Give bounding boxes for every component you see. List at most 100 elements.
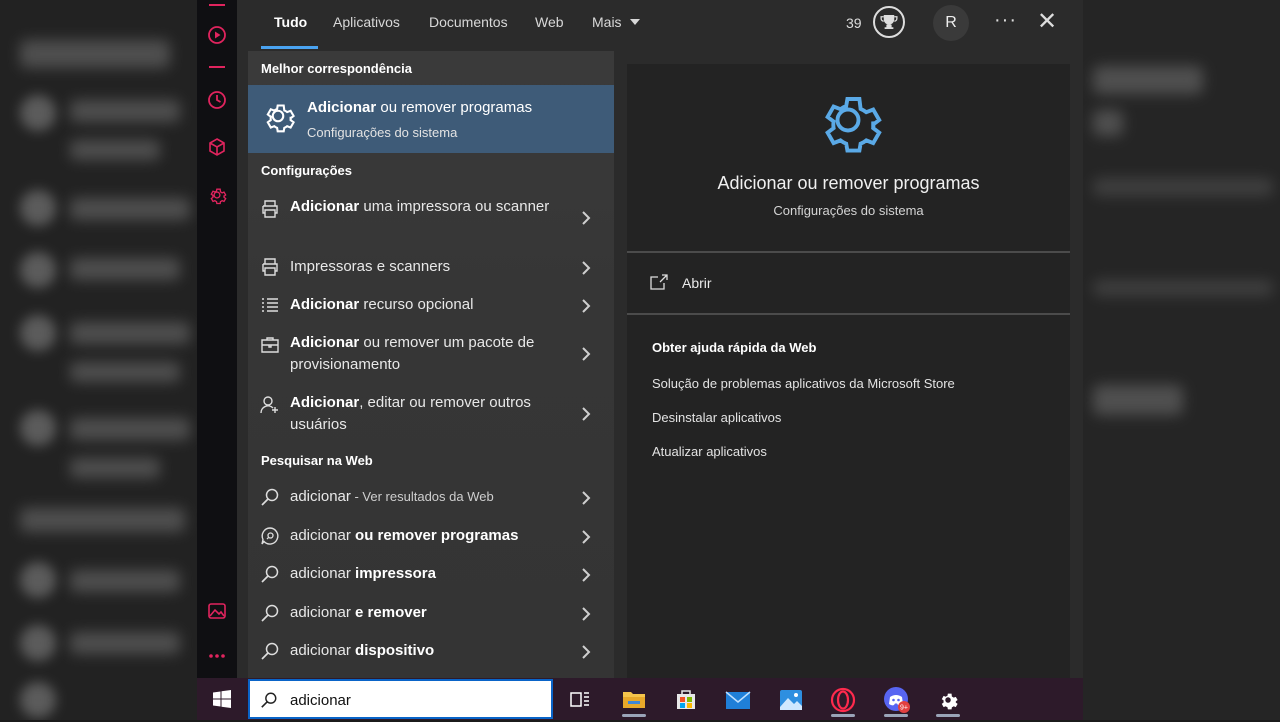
settings-result-label: Impressoras e scanners: [290, 256, 570, 278]
label-bold: dispositivo: [355, 642, 435, 659]
tab-apps[interactable]: Aplicativos: [333, 14, 400, 30]
search-panel: Tudo Aplicativos Documentos Web Mais 39 …: [237, 0, 1083, 678]
more-options-icon[interactable]: [207, 646, 227, 666]
web-result-label: adicionar impressora: [290, 563, 570, 585]
microsoft-store-button[interactable]: [668, 683, 704, 717]
web-result-label: adicionar ou remover programas: [290, 525, 570, 547]
player-icon[interactable]: [207, 25, 227, 45]
open-external-icon: [650, 274, 668, 290]
settings-result-item[interactable]: Adicionar recurso opcional: [248, 294, 614, 318]
running-indicator: [622, 714, 646, 717]
best-match-title-rest: ou remover programas: [376, 99, 533, 116]
preview-pane: Adicionar ou remover programas Configura…: [627, 64, 1070, 678]
settings-result-item[interactable]: Adicionar ou remover um pacote de provis…: [248, 332, 614, 376]
task-view-button[interactable]: [562, 683, 598, 717]
user-avatar[interactable]: R: [933, 5, 969, 41]
best-match-subtitle: Configurações do sistema: [307, 125, 458, 140]
close-icon[interactable]: ✕: [1037, 10, 1057, 34]
settings-gear-icon: [266, 104, 295, 133]
best-match-title-bold: Adicionar: [307, 99, 377, 116]
search-input[interactable]: [290, 690, 540, 710]
settings-result-item[interactable]: Adicionar, editar ou remover outros usuá…: [248, 392, 614, 436]
photos-button[interactable]: [773, 683, 809, 717]
mail-icon: [725, 691, 751, 709]
windows-start-icon[interactable]: [213, 690, 231, 708]
web-search-heading: Pesquisar na Web: [261, 453, 373, 468]
chevron-right-icon: [582, 261, 591, 275]
web-result-label: adicionar e remover: [290, 602, 570, 624]
web-result-item[interactable]: adicionar impressora: [248, 563, 614, 587]
opera-sidebar: [197, 0, 237, 678]
taskbar-search-box[interactable]: [248, 679, 553, 719]
extensions-box-icon[interactable]: [207, 137, 227, 157]
settings-result-label: Adicionar, editar ou remover outros usuá…: [290, 392, 570, 436]
running-indicator: [884, 714, 908, 717]
running-indicator: [936, 714, 960, 717]
best-match-item[interactable]: Adicionar ou remover programas Configura…: [248, 85, 614, 153]
help-link[interactable]: Solução de problemas aplicativos da Micr…: [652, 376, 955, 391]
help-link[interactable]: Desinstalar aplicativos: [652, 410, 781, 425]
settings-gear-icon[interactable]: [207, 185, 227, 205]
tab-web[interactable]: Web: [535, 14, 564, 30]
history-icon[interactable]: [207, 90, 227, 110]
settings-result-item[interactable]: Impressoras e scanners: [248, 256, 614, 280]
best-match-heading: Melhor correspondência: [261, 61, 412, 76]
more-options-icon[interactable]: ···: [994, 9, 1017, 32]
search-tab-bar: Tudo Aplicativos Documentos Web Mais 39 …: [237, 0, 1083, 51]
gallery-icon[interactable]: [207, 601, 227, 621]
label-term: adicionar: [290, 488, 351, 505]
search-icon: [261, 488, 279, 506]
label-term: adicionar: [290, 604, 356, 621]
chevron-right-icon: [582, 211, 591, 225]
web-result-label: adicionar dispositivo: [290, 640, 570, 662]
discord-icon: 9+: [884, 687, 910, 713]
photos-icon: [780, 690, 802, 710]
label-suffix: - Ver resultados da Web: [350, 489, 494, 504]
tab-more-label: Mais: [592, 14, 622, 30]
tab-documents[interactable]: Documentos: [429, 14, 508, 30]
task-view-icon: [570, 692, 589, 707]
label-bold: Adicionar: [290, 394, 360, 411]
label-term: adicionar: [290, 527, 356, 544]
label-bold: impressora: [355, 565, 436, 582]
chevron-right-icon: [582, 645, 591, 659]
search-icon: [261, 692, 277, 708]
file-explorer-icon: [623, 692, 645, 708]
tab-more[interactable]: Mais: [592, 14, 641, 30]
chevron-right-icon: [582, 530, 591, 544]
label-term: adicionar: [290, 565, 356, 582]
best-match-title: Adicionar ou remover programas: [307, 99, 532, 116]
open-button[interactable]: Abrir: [650, 271, 770, 295]
settings-result-item[interactable]: Adicionar uma impressora ou scanner: [248, 196, 614, 240]
settings-heading: Configurações: [261, 163, 353, 178]
tab-all[interactable]: Tudo: [274, 14, 307, 30]
preview-title: Adicionar ou remover programas: [717, 173, 980, 193]
divider: [627, 313, 1070, 315]
opera-gx-icon: [830, 687, 856, 713]
list-icon: [262, 298, 278, 312]
settings-button[interactable]: [930, 683, 966, 717]
file-explorer-button[interactable]: [616, 683, 652, 717]
web-result-item[interactable]: adicionar - Ver resultados da Web: [248, 486, 614, 510]
label-bold: Adicionar: [290, 198, 360, 215]
label-rest: recurso opcional: [359, 296, 474, 313]
mail-button[interactable]: [720, 683, 756, 717]
chevron-right-icon: [582, 607, 591, 621]
discord-badge: 9+: [900, 705, 908, 712]
quick-help-heading: Obter ajuda rápida da Web: [652, 340, 817, 355]
preview-subtitle: Configurações do sistema: [773, 203, 924, 218]
chat-search-icon: [261, 527, 279, 545]
web-result-item[interactable]: adicionar e remover: [248, 602, 614, 626]
web-result-item[interactable]: adicionar dispositivo: [248, 640, 614, 664]
search-icon: [261, 642, 279, 660]
label-bold: Adicionar: [290, 334, 360, 351]
opera-gx-button[interactable]: [825, 683, 861, 717]
discord-button[interactable]: 9+: [878, 683, 914, 717]
chevron-right-icon: [582, 568, 591, 582]
divider: [627, 251, 1070, 253]
label-term: adicionar: [290, 642, 356, 659]
label-bold: Adicionar: [290, 296, 360, 313]
rewards-trophy-icon[interactable]: [873, 6, 905, 38]
help-link[interactable]: Atualizar aplicativos: [652, 444, 767, 459]
web-result-item[interactable]: adicionar ou remover programas: [248, 525, 614, 549]
